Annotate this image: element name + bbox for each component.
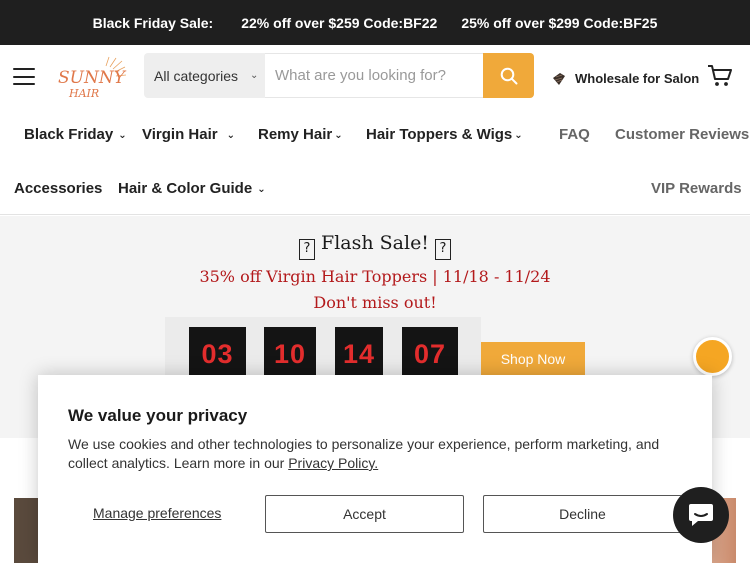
chevron-down-icon: ⌄: [226, 130, 235, 141]
site-header: SUNNY HAIR All categories ⌄ Wholesale fo…: [0, 45, 750, 107]
announcement-label: Black Friday Sale:: [92, 14, 214, 31]
nav-label: Hair & Color Guide: [118, 180, 253, 197]
nav-label: Remy Hair: [258, 126, 333, 143]
accept-button[interactable]: Accept: [265, 495, 464, 533]
nav-label: Black Friday: [24, 126, 114, 143]
announcement-offer-1: 22% off over $259 Code:BF22: [241, 14, 438, 31]
nav-label: Customer Reviews: [615, 126, 750, 143]
main-nav: Black Friday ⌄ Virgin Hair ⌄ Remy Hair ⌄ Ha…: [0, 107, 750, 161]
nav-label: Accessories: [14, 180, 103, 197]
nav-hair-toppers-wigs[interactable]: Hair Toppers & Wigs ⌄: [366, 126, 523, 143]
chevron-down-icon: ⌄: [118, 130, 127, 141]
chevron-down-icon: ⌄: [334, 130, 343, 141]
chat-icon: [689, 504, 713, 526]
nav-remy-hair[interactable]: Remy Hair ⌄: [258, 126, 343, 143]
cookie-consent-dialog: We value your privacy We use cookies and…: [38, 375, 712, 563]
category-label: All categories: [154, 67, 239, 84]
nav-label: Hair Toppers & Wigs: [366, 126, 513, 143]
nav-accessories[interactable]: Accessories: [14, 180, 102, 197]
flash-title-text: Flash Sale!: [321, 232, 429, 254]
cookie-text: We use cookies and other technologies to…: [68, 435, 678, 473]
category-select[interactable]: All categories ⌄: [144, 53, 265, 98]
flash-sale-subtitle-2: Don't miss out!: [313, 293, 437, 312]
menu-icon[interactable]: [13, 68, 35, 85]
countdown-seconds: 07: [402, 327, 458, 381]
search-icon: [500, 67, 517, 84]
cart-icon[interactable]: [707, 64, 733, 88]
missing-glyph-icon: ?: [435, 239, 451, 260]
logo-text-2: HAIR: [68, 87, 99, 100]
shop-now-button[interactable]: Shop Now: [481, 342, 585, 376]
chevron-down-icon: ⌄: [250, 70, 259, 81]
wholesale-link[interactable]: Wholesale for Salon: [551, 71, 699, 86]
rewards-bubble-icon[interactable]: [693, 337, 732, 376]
manage-preferences-link[interactable]: Manage preferences: [93, 505, 221, 521]
announcement-bar: Black Friday Sale: 22% off over $259 Cod…: [0, 0, 750, 45]
privacy-policy-link[interactable]: Privacy Policy.: [288, 455, 378, 471]
chevron-down-icon: ⌄: [257, 184, 266, 195]
nav-label: FAQ: [559, 126, 590, 143]
missing-glyph-icon: ?: [298, 239, 315, 260]
nav-customer-reviews[interactable]: Customer Reviews: [615, 126, 749, 143]
search-bar: All categories ⌄: [144, 53, 534, 98]
nav-label: Virgin Hair: [142, 126, 218, 143]
secondary-nav: Accessories Hair & Color Guide ⌄ VIP Rewa…: [0, 161, 750, 215]
logo-text-1: SUNNY: [58, 68, 127, 88]
nav-hair-color-guide[interactable]: Hair & Color Guide ⌄: [118, 180, 266, 197]
countdown-hours: 10: [264, 327, 316, 381]
wholesale-label: Wholesale for Salon: [575, 71, 700, 86]
hair-bundle-icon: [553, 72, 565, 85]
countdown-days: 03: [189, 327, 246, 381]
nav-black-friday[interactable]: Black Friday ⌄: [24, 126, 127, 143]
countdown-minutes: 14: [335, 327, 383, 381]
search-button[interactable]: [483, 53, 534, 98]
chat-button[interactable]: [673, 487, 729, 543]
flash-sale-title: ? Flash Sale! ?: [0, 232, 750, 260]
product-image[interactable]: [14, 498, 40, 563]
search-input[interactable]: [265, 53, 483, 98]
announcement-offer-2: 25% off over $299 Code:BF25: [461, 14, 658, 31]
nav-label: VIP Rewards: [651, 180, 742, 197]
nav-faq[interactable]: FAQ: [559, 126, 590, 143]
nav-vip-rewards[interactable]: VIP Rewards: [651, 180, 742, 197]
nav-virgin-hair[interactable]: Virgin Hair ⌄: [142, 126, 235, 143]
cookie-title: We value your privacy: [68, 406, 248, 425]
chevron-down-icon: ⌄: [514, 130, 523, 141]
logo[interactable]: SUNNY HAIR: [55, 55, 127, 101]
decline-button[interactable]: Decline: [483, 495, 682, 533]
flash-sale-subtitle: 35% off Virgin Hair Toppers | 11/18 - 11…: [199, 267, 551, 286]
